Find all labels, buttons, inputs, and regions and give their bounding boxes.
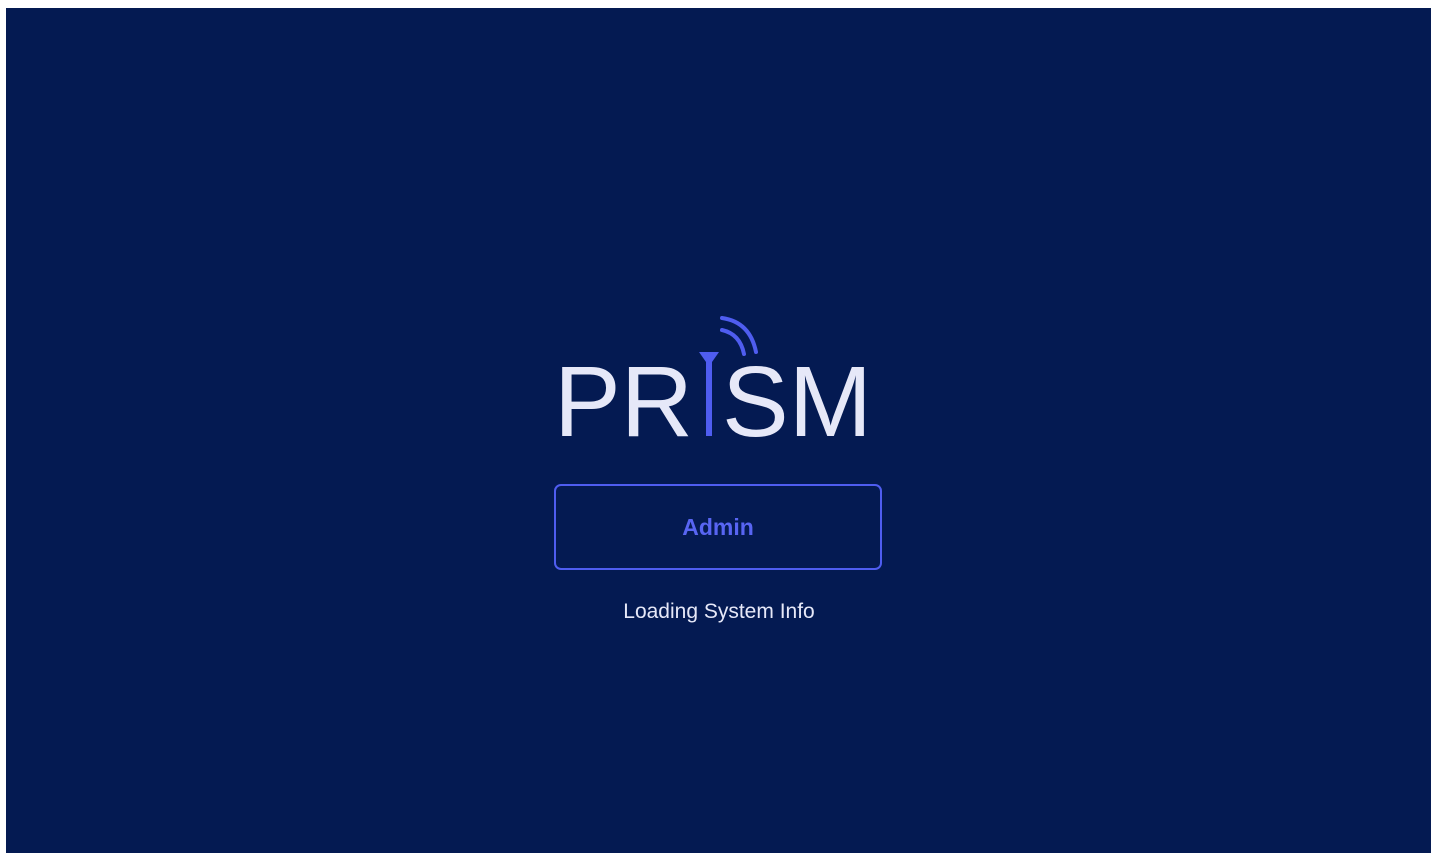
app-background: PR SM Admin Loading System Info <box>6 8 1431 853</box>
svg-text:SM: SM <box>722 346 872 448</box>
svg-text:PR: PR <box>554 346 693 448</box>
admin-button[interactable]: Admin <box>554 484 882 570</box>
prism-logo: PR SM <box>554 312 896 448</box>
loading-status-text: Loading System Info <box>623 600 815 623</box>
